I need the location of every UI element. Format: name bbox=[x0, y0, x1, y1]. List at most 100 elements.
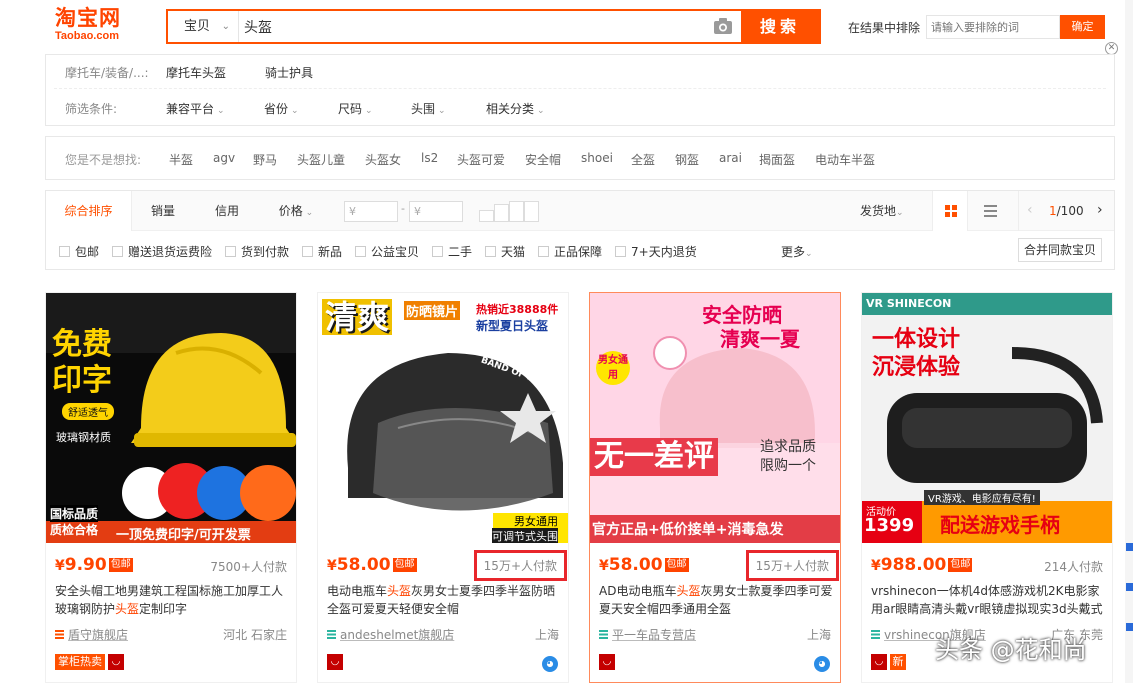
merge-same-items-button[interactable]: 合并同款宝贝 bbox=[1018, 238, 1102, 262]
checkbox[interactable] bbox=[615, 246, 626, 257]
ship-location: 上海 bbox=[806, 628, 831, 642]
exclude-confirm-button[interactable]: 确定 bbox=[1060, 15, 1105, 39]
checkbox-label: 二手 bbox=[448, 245, 473, 259]
product-image[interactable]: VR SHINECON 一体设计 沉浸体验 VR游戏、电影应有尽有! 活动价 1… bbox=[862, 293, 1112, 543]
checkbox[interactable] bbox=[59, 246, 70, 257]
suggestion-link[interactable]: 野马 bbox=[253, 151, 277, 168]
checkbox-filter[interactable]: 赠送退货运费险 bbox=[112, 243, 212, 260]
filter-dropdown[interactable]: 相关分类 ⌄ bbox=[486, 100, 545, 117]
chevron-right-icon[interactable]: › bbox=[1097, 202, 1103, 218]
product-card[interactable]: VR SHINECON 一体设计 沉浸体验 VR游戏、电影应有尽有! 活动价 1… bbox=[861, 292, 1113, 683]
sort-tab-price[interactable]: 价格 ⌄ bbox=[266, 191, 326, 231]
filter-option[interactable]: 骑士护具 bbox=[265, 64, 313, 81]
search-input[interactable] bbox=[244, 14, 704, 39]
suggestion-link[interactable]: 半盔 bbox=[169, 151, 193, 168]
sort-tab-sales[interactable]: 销量 bbox=[132, 191, 194, 231]
checkbox-filter[interactable]: 天猫 bbox=[485, 243, 525, 260]
checkbox[interactable] bbox=[485, 246, 496, 257]
product-image[interactable]: 安全防晒 清爽一夏 男女通用 无一差评 追求品质 限购一个 官方正品+低价接单+… bbox=[590, 293, 840, 543]
suggestion-link[interactable]: 揭面盔 bbox=[759, 151, 795, 168]
suggestion-link[interactable]: arai bbox=[719, 151, 742, 165]
more-filters-label: 更多 bbox=[781, 245, 806, 259]
suggestion-link[interactable]: agv bbox=[213, 151, 235, 165]
checkbox-filter[interactable]: 公益宝贝 bbox=[355, 243, 419, 260]
divider bbox=[238, 11, 239, 42]
sort-tab-credit[interactable]: 信用 bbox=[196, 191, 258, 231]
suggestion-link[interactable]: shoei bbox=[581, 151, 613, 165]
price-distribution-icon[interactable] bbox=[479, 201, 541, 222]
checkbox[interactable] bbox=[355, 246, 366, 257]
checkbox[interactable] bbox=[225, 246, 236, 257]
checkbox[interactable] bbox=[432, 246, 443, 257]
ship-from-dropdown[interactable]: 发货地⌄ bbox=[860, 191, 904, 233]
suggestion-link[interactable]: 头盔可爱 bbox=[457, 151, 505, 168]
product-title[interactable]: vrshinecon一体机4d体感游戏机2K电影家用ar眼睛高清头戴vr眼镜虚拟… bbox=[871, 582, 1106, 618]
search-button[interactable]: 搜索 bbox=[741, 11, 819, 42]
new-badge: 新 bbox=[890, 654, 906, 670]
sort-panel: 综合排序 销量 信用 价格 ⌄ ¥ - ¥ 发货地⌄ ‹ 1/100 › 包邮 … bbox=[45, 190, 1115, 270]
checkbox-label: 包邮 bbox=[75, 245, 100, 259]
product-image-text: 无一差评 bbox=[590, 438, 718, 476]
checkbox-filter[interactable]: 7+天内退货 bbox=[615, 243, 697, 260]
chevron-left-icon[interactable]: ‹ bbox=[1027, 202, 1033, 218]
checkbox[interactable] bbox=[302, 246, 313, 257]
product-image-text: 限购一个 bbox=[760, 458, 816, 474]
shop-link[interactable]: andeshelmet旗舰店 bbox=[327, 626, 454, 643]
suggestion-link[interactable]: 电动车半盔 bbox=[815, 151, 875, 168]
filter-dropdown[interactable]: 兼容平台 ⌄ bbox=[166, 100, 225, 117]
product-image-text: 追求品质 bbox=[760, 439, 816, 455]
product-title[interactable]: 电动电瓶车头盔灰男女士夏季四季半盔防晒全盔可爱夏天轻便安全帽 bbox=[327, 582, 562, 618]
list-view-icon[interactable] bbox=[976, 191, 1006, 231]
filter-dropdown[interactable]: 尺码 ⌄ bbox=[338, 100, 373, 117]
shop-link[interactable]: 平一车品专营店 bbox=[599, 626, 696, 643]
header: 淘宝网 Taobao.com 宝贝 ⌄ 搜索 在结果中排除 确定 ✕ bbox=[0, 0, 1133, 55]
filter-key: 筛选条件: bbox=[65, 102, 118, 116]
grid-view-icon[interactable] bbox=[932, 191, 968, 231]
checkbox-filter[interactable]: 货到付款 bbox=[225, 243, 289, 260]
price-min-input[interactable]: ¥ bbox=[344, 201, 398, 222]
suggestion-link[interactable]: 头盔儿童 bbox=[297, 151, 345, 168]
product-image-text: 沉浸体验 bbox=[872, 355, 961, 380]
wangwang-chat-icon[interactable]: ◕ bbox=[542, 656, 558, 672]
checkbox-label: 正品保障 bbox=[554, 245, 603, 259]
search-bar: 宝贝 ⌄ 搜索 bbox=[166, 9, 821, 44]
product-image[interactable]: 清爽 防晒镜片 热销近38888件 新型夏日头盔 BAND OF BROTHER… bbox=[318, 293, 568, 543]
checkbox-filter[interactable]: 包邮 bbox=[59, 243, 99, 260]
page-total: /100 bbox=[1056, 204, 1084, 218]
filter-dropdown[interactable]: 省份 ⌄ bbox=[264, 100, 299, 117]
checkbox-filter[interactable]: 二手 bbox=[432, 243, 472, 260]
filter-option[interactable]: 摩托车头盔 bbox=[166, 64, 226, 81]
product-image[interactable]: 免费 印字 舒适透气 玻璃钢材质 国标品质 质检合格 一顶免费印字/可开发票 bbox=[46, 293, 296, 543]
suggestion-link[interactable]: 安全帽 bbox=[525, 151, 561, 168]
sort-tab-default[interactable]: 综合排序 bbox=[46, 191, 132, 231]
product-title[interactable]: 安全头帽工地男建筑工程国标施工加厚工人玻璃钢防护头盔定制印字 bbox=[55, 582, 290, 618]
product-card[interactable]: 安全防晒 清爽一夏 男女通用 无一差评 追求品质 限购一个 官方正品+低价接单+… bbox=[589, 292, 841, 683]
logo-domain: Taobao.com bbox=[55, 30, 119, 42]
product-image-text: 配送游戏手柄 bbox=[940, 513, 1060, 537]
free-shipping-badge: 包邮 bbox=[108, 558, 133, 572]
shop-link[interactable]: 盾守旗舰店 bbox=[55, 626, 128, 643]
price-max-input[interactable]: ¥ bbox=[409, 201, 463, 222]
suggestion-link[interactable]: 全盔 bbox=[631, 151, 655, 168]
suggestion-link[interactable]: ls2 bbox=[421, 151, 438, 165]
filter-dropdown[interactable]: 头围 ⌄ bbox=[411, 100, 446, 117]
wangwang-chat-icon[interactable]: ◕ bbox=[814, 656, 830, 672]
title-text: 定制印字 bbox=[139, 602, 188, 616]
product-card[interactable]: 清爽 防晒镜片 热销近38888件 新型夏日头盔 BAND OF BROTHER… bbox=[317, 292, 569, 683]
logo-text: 淘宝网 bbox=[55, 6, 121, 30]
checkbox[interactable] bbox=[538, 246, 549, 257]
checkbox[interactable] bbox=[112, 246, 123, 257]
suggestion-link[interactable]: 头盔女 bbox=[365, 151, 401, 168]
exclude-input[interactable] bbox=[926, 15, 1060, 39]
taobao-logo[interactable]: 淘宝网 Taobao.com bbox=[55, 7, 139, 45]
search-category-select[interactable]: 宝贝 ⌄ bbox=[168, 11, 238, 42]
checkbox-filter[interactable]: 新品 bbox=[302, 243, 342, 260]
paid-count: 15万+人付款 bbox=[745, 550, 839, 581]
camera-icon[interactable] bbox=[713, 17, 733, 35]
checkbox-filter[interactable]: 正品保障 bbox=[538, 243, 602, 260]
product-image-text: 免费 bbox=[52, 327, 112, 362]
product-card[interactable]: 免费 印字 舒适透气 玻璃钢材质 国标品质 质检合格 一顶免费印字/可开发票 ¥… bbox=[45, 292, 297, 683]
suggestion-link[interactable]: 钢盔 bbox=[675, 151, 699, 168]
more-filters-dropdown[interactable]: 更多⌄ bbox=[781, 243, 813, 260]
product-title[interactable]: AD电动电瓶车头盔灰男女士款夏季四季可爱夏天安全帽四季通用全盔 bbox=[599, 582, 834, 618]
